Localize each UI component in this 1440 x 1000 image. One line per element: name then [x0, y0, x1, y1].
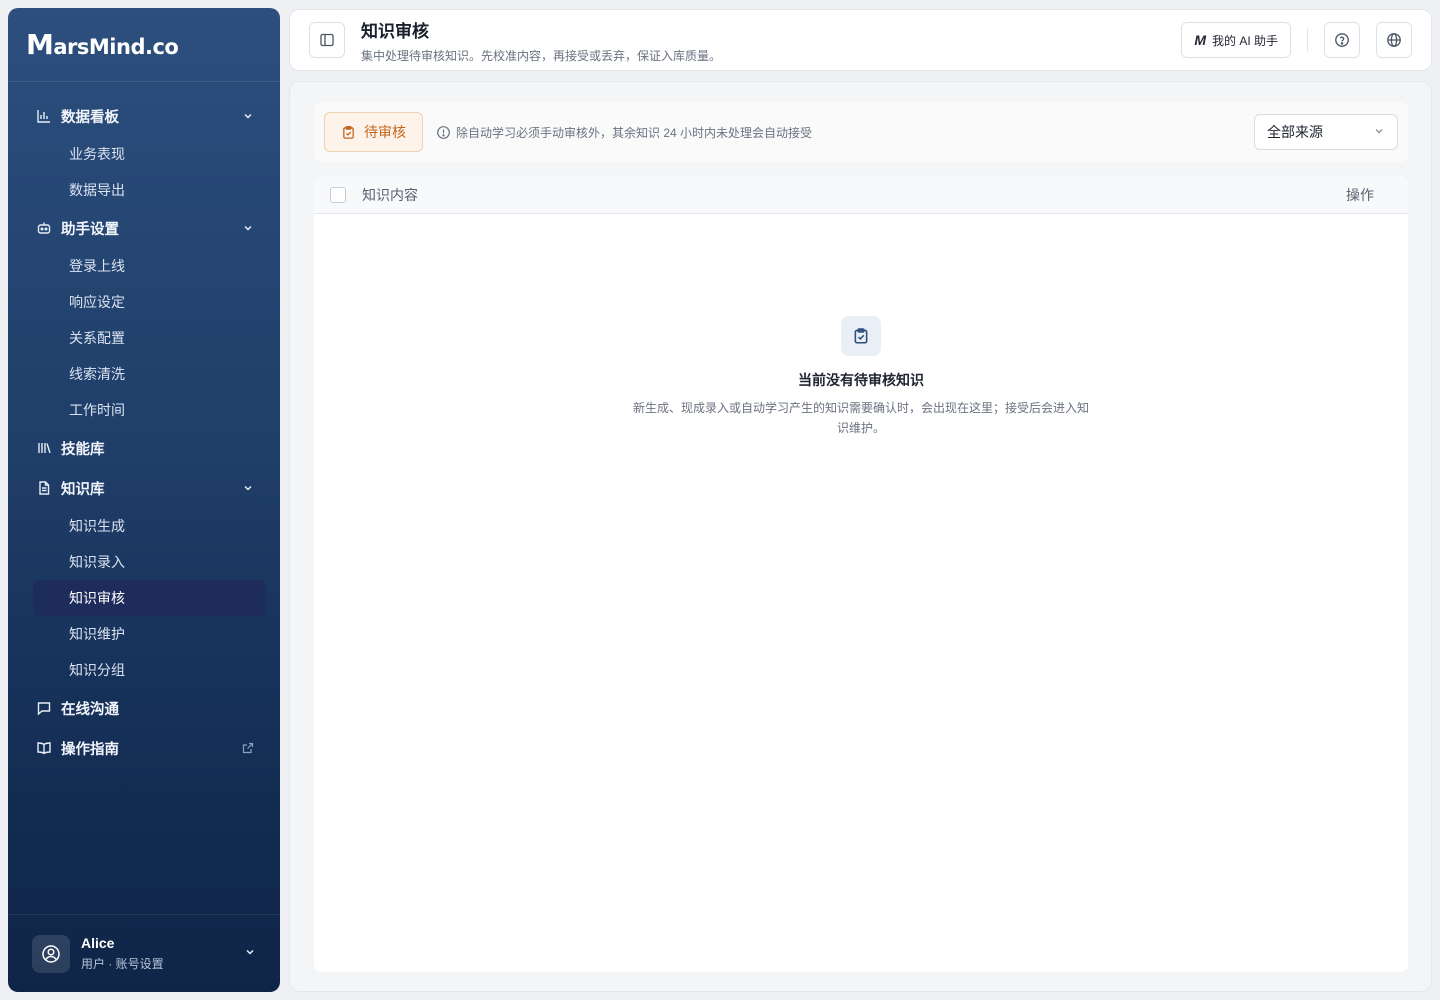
sidebar-item-response-settings[interactable]: 响应设定: [8, 284, 280, 320]
source-filter-value: 全部来源: [1267, 124, 1323, 140]
page-title: 知识审核: [361, 21, 429, 41]
brand-logo-text: arsMind.co: [53, 35, 179, 59]
empty-state-title: 当前没有待审核知识: [798, 372, 924, 388]
table-header: 知识内容 操作: [314, 176, 1408, 214]
external-link-icon: [242, 742, 254, 754]
column-header-actions: 操作: [1346, 186, 1374, 203]
user-subtitle: 用户 · 账号设置: [81, 957, 164, 971]
sidebar-item-data-export[interactable]: 数据导出: [8, 172, 280, 208]
header-divider: [1307, 28, 1308, 52]
main-content: 待审核 除自动学习必须手动审核外，其余知识 24 小时内未处理会自动接受 全部来…: [289, 81, 1432, 992]
sidebar-group-label: 技能库: [61, 441, 105, 458]
sidebar-item-lead-cleaning[interactable]: 线索清洗: [8, 356, 280, 392]
sidebar-group-label: 数据看板: [61, 109, 119, 126]
sidebar-item-working-hours[interactable]: 工作时间: [8, 392, 280, 428]
sidebar-item-knowledge-groups[interactable]: 知识分组: [8, 652, 280, 688]
info-circle-icon: [436, 125, 451, 140]
page-subtitle: 集中处理待审核知识。先校准内容，再接受或丢弃，保证入库质量。: [361, 48, 722, 63]
tab-pending-review[interactable]: 待审核: [324, 112, 423, 152]
user-name: Alice: [81, 935, 115, 951]
sidebar-group-label: 知识库: [61, 481, 105, 498]
book-open-icon: [36, 740, 52, 756]
notice-text: 除自动学习必须手动审核外，其余知识 24 小时内未处理会自动接受: [456, 125, 813, 140]
sidebar-nav: 数据看板 业务表现 数据导出 助手设置 登录上线 响应设定 关系配置 线索清洗 …: [8, 82, 280, 768]
help-circle-icon: [1335, 33, 1349, 47]
document-icon: [36, 480, 52, 496]
clipboard-check-icon: [841, 316, 881, 356]
brand-logo[interactable]: MarsMind.co: [8, 8, 280, 82]
language-button[interactable]: [1376, 22, 1412, 58]
empty-state: 当前没有待审核知识 新生成、现成录入或自动学习产生的知识需要确认时，会出现在这里…: [314, 316, 1408, 438]
chevron-down-icon: [242, 222, 254, 234]
sidebar-group-dashboard[interactable]: 数据看板: [8, 96, 280, 136]
auto-accept-notice: 除自动学习必须手动审核外，其余知识 24 小时内未处理会自动接受: [436, 124, 1254, 141]
clipboard-check-icon: [341, 125, 356, 140]
sidebar-item-login-online[interactable]: 登录上线: [8, 248, 280, 284]
bar-chart-icon: [36, 108, 52, 124]
sidebar-item-knowledge-entry[interactable]: 知识录入: [8, 544, 280, 580]
sidebar-group-knowledge-base[interactable]: 知识库: [8, 468, 280, 508]
sidebar-group-assistant-settings[interactable]: 助手设置: [8, 208, 280, 248]
page-header: 知识审核 集中处理待审核知识。先校准内容，再接受或丢弃，保证入库质量。 M 我的…: [289, 9, 1432, 71]
help-button[interactable]: [1324, 22, 1360, 58]
sidebar-group-skill-library[interactable]: 技能库: [8, 428, 280, 468]
chat-bubble-icon: [36, 700, 52, 716]
sidebar-group-label: 操作指南: [61, 741, 119, 758]
sidebar-group-label: 助手设置: [61, 221, 119, 238]
sidebar-item-knowledge-review[interactable]: 知识审核: [33, 580, 266, 616]
user-circle-icon: [42, 944, 60, 963]
robot-icon: [36, 220, 52, 236]
empty-state-description: 新生成、现成录入或自动学习产生的知识需要确认时，会出现在这里；接受后会进入知识维…: [632, 401, 1089, 435]
review-toolbar: 待审核 除自动学习必须手动审核外，其余知识 24 小时内未处理会自动接受 全部来…: [314, 102, 1408, 162]
select-all-checkbox[interactable]: [330, 186, 346, 203]
user-account-menu[interactable]: Alice 用户 · 账号设置: [8, 914, 280, 992]
my-ai-assistant-button[interactable]: M 我的 AI 助手: [1181, 22, 1291, 58]
chevron-down-icon: [242, 110, 254, 122]
sidebar-group-online-chat[interactable]: 在线沟通: [8, 688, 280, 728]
sidebar-item-knowledge-maintenance[interactable]: 知识维护: [8, 616, 280, 652]
sidebar-group-user-guide[interactable]: 操作指南: [8, 728, 280, 768]
chevron-down-icon: [244, 945, 256, 963]
sidebar-panel-icon: [320, 33, 334, 47]
tab-pending-label: 待审核: [364, 124, 406, 140]
globe-icon: [1387, 33, 1401, 47]
library-icon: [36, 440, 52, 456]
sidebar-item-business-performance[interactable]: 业务表现: [8, 136, 280, 172]
ai-button-label: 我的 AI 助手: [1211, 33, 1278, 48]
sidebar-group-label: 在线沟通: [61, 701, 119, 718]
marsmind-logo-icon: M: [1194, 32, 1206, 48]
chevron-down-icon: [242, 482, 254, 494]
sidebar-item-relation-config[interactable]: 关系配置: [8, 320, 280, 356]
toggle-sidebar-button[interactable]: [309, 22, 345, 58]
knowledge-review-table: 知识内容 操作 当前没有待审核知识 新生成、现成录入或自动学习产生的知识需要确认…: [314, 176, 1408, 972]
source-filter-select[interactable]: 全部来源: [1254, 114, 1398, 150]
column-header-content: 知识内容: [362, 186, 418, 203]
sidebar: MarsMind.co 数据看板 业务表现 数据导出 助手设置 登录上线 响应设…: [8, 8, 280, 992]
sidebar-item-knowledge-generate[interactable]: 知识生成: [8, 508, 280, 544]
chevron-down-icon: [1373, 124, 1385, 140]
avatar: [32, 934, 70, 973]
brand-logo-initial: M: [26, 28, 54, 61]
